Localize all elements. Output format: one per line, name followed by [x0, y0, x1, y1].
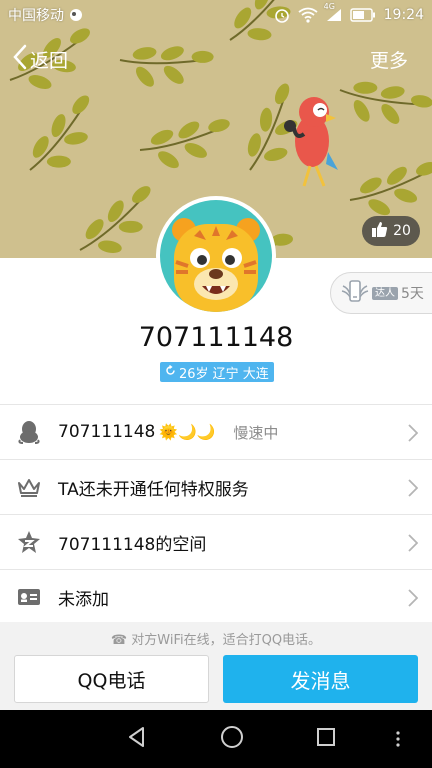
qq-status-label: 慢速中	[233, 423, 279, 442]
avatar[interactable]	[156, 196, 276, 316]
bottom-action-bar: ☎ 对方WiFi在线，适合打QQ电话。 QQ电话 发消息	[0, 622, 432, 710]
chevron-right-icon	[408, 424, 419, 446]
overflow-dots-icon[interactable]	[396, 731, 400, 751]
chevron-right-icon	[408, 479, 419, 501]
home-circle-icon[interactable]	[220, 725, 244, 753]
chevron-left-icon	[12, 44, 30, 75]
profile-info-tag: 26岁 辽宁 大连	[160, 362, 274, 382]
list-item-privilege[interactable]: TA还未开通任何特权服务	[0, 460, 432, 515]
id-card-icon	[16, 584, 42, 610]
back-button[interactable]: 返回	[12, 44, 68, 75]
user-id-title: 707111148	[138, 322, 294, 353]
back-triangle-icon[interactable]	[126, 726, 148, 752]
like-count: 20	[393, 223, 411, 239]
carrier-label: 中国移动	[8, 8, 64, 24]
more-button[interactable]: 更多	[370, 46, 408, 73]
back-label: 返回	[30, 50, 69, 72]
expert-tag: 达人	[372, 286, 398, 300]
alarm-icon	[274, 7, 290, 23]
like-button[interactable]: 20	[362, 216, 420, 246]
chevron-right-icon	[408, 589, 419, 611]
penguin-icon	[16, 419, 42, 445]
qq-number-label: 707111148	[58, 422, 156, 442]
card-label: 未添加	[58, 589, 109, 610]
profile-list: 707111148 🌞🌙🌙 慢速中 TA还未开通任何特权服务 707111148…	[0, 404, 432, 625]
app-notification-icon	[68, 8, 84, 22]
recents-square-icon[interactable]	[316, 727, 336, 751]
phone-icon: ☎	[110, 633, 128, 648]
qzone-star-icon	[16, 529, 42, 555]
qq-call-button[interactable]: QQ电话	[14, 655, 209, 703]
list-item-space[interactable]: 707111148的空间	[0, 515, 432, 570]
network-type-label: 4G	[323, 2, 335, 11]
send-message-button[interactable]: 发消息	[223, 655, 418, 703]
thumbs-up-icon	[371, 221, 388, 242]
clock-label: 19:24	[383, 7, 424, 23]
expert-badge[interactable]: 达人 5天	[330, 272, 432, 314]
expert-days: 5天	[401, 286, 424, 302]
winged-phone-icon	[341, 278, 369, 308]
space-label: 707111148的空间	[58, 534, 207, 555]
refresh-gender-icon	[165, 364, 176, 380]
call-hint-label: 对方WiFi在线，适合打QQ电话。	[131, 633, 322, 648]
crown-icon	[16, 474, 42, 500]
tiger-avatar-icon	[172, 218, 260, 312]
signal-icon: 4G	[324, 2, 342, 22]
battery-icon	[349, 8, 376, 22]
status-bar: 中国移动 4G 19:24	[0, 0, 432, 30]
qq-level-icons: 🌞🌙🌙	[159, 423, 216, 441]
call-hint: ☎ 对方WiFi在线，适合打QQ电话。	[0, 629, 432, 648]
parrot-illustration	[284, 97, 338, 187]
wifi-icon	[298, 7, 318, 23]
privilege-label: TA还未开通任何特权服务	[58, 479, 249, 500]
age-location-label: 26岁 辽宁 大连	[179, 366, 269, 382]
list-item-qq[interactable]: 707111148 🌞🌙🌙 慢速中	[0, 405, 432, 460]
chevron-right-icon	[408, 534, 419, 556]
list-item-card[interactable]: 未添加	[0, 570, 432, 625]
system-nav-bar	[0, 710, 432, 768]
